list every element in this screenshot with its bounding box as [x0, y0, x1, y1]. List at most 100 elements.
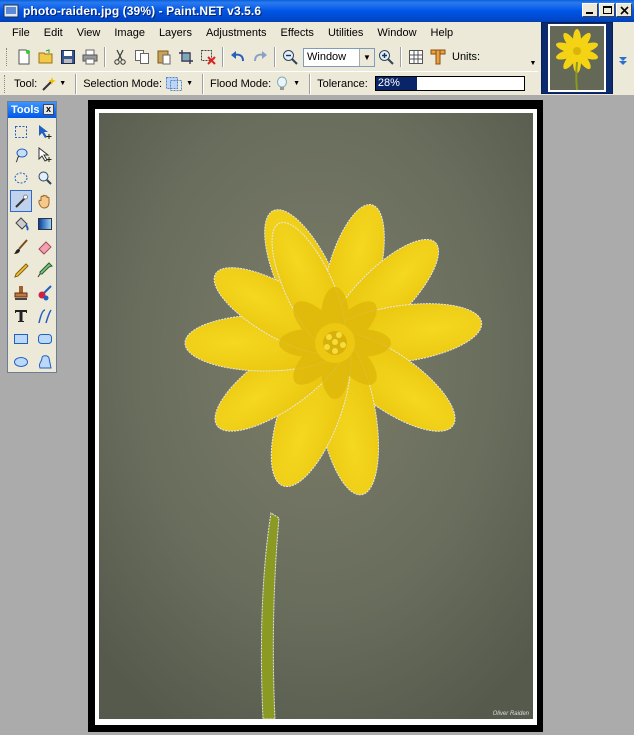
menu-utilities[interactable]: Utilities: [321, 22, 370, 44]
menu-help[interactable]: Help: [424, 22, 461, 44]
menu-layers[interactable]: Layers: [152, 22, 199, 44]
menu-edit[interactable]: Edit: [37, 22, 70, 44]
magic-wand-icon: [15, 194, 28, 208]
move-selection-icon: [38, 147, 52, 162]
move-selection-tool[interactable]: [34, 144, 56, 166]
image-thumbnail[interactable]: [541, 22, 613, 94]
zoom-tool[interactable]: [34, 167, 56, 189]
color-picker-icon: [37, 262, 53, 278]
copy-button[interactable]: [131, 46, 153, 68]
rulers-button[interactable]: [427, 46, 449, 68]
new-button[interactable]: [13, 46, 35, 68]
tools-window-title-bar[interactable]: Tools x: [8, 102, 56, 118]
deselect-button[interactable]: [197, 46, 219, 68]
freeform-shape-icon: [38, 355, 52, 369]
units-label: Units:: [452, 51, 481, 63]
flower-photo[interactable]: Oliver Raiden: [99, 113, 533, 719]
magic-wand-tool[interactable]: [10, 190, 32, 212]
paint-bucket-tool[interactable]: [10, 213, 32, 235]
tolerance-slider[interactable]: 28%: [374, 76, 525, 91]
print-icon: [82, 49, 98, 65]
save-button[interactable]: [57, 46, 79, 68]
menu-bar: File Edit View Image Layers Adjustments …: [0, 22, 536, 44]
ellipse-tool[interactable]: [10, 351, 32, 373]
close-button[interactable]: [616, 3, 632, 17]
rounded-rectangle-tool[interactable]: [34, 328, 56, 350]
tools-close-button[interactable]: x: [43, 104, 54, 115]
pencil-tool[interactable]: [10, 259, 32, 281]
toolbar-separator: [222, 47, 224, 67]
toolbar-grip[interactable]: [6, 48, 9, 66]
pencil-icon: [14, 263, 29, 278]
copy-icon: [135, 50, 149, 64]
minimize-icon: [586, 12, 593, 14]
tool-options-bar: Tool: ▼ Selection Mode: ▼ Flood Mode: ▼ …: [0, 71, 538, 95]
flower-thumbnail-image: [548, 24, 606, 92]
lasso-select-tool[interactable]: [10, 144, 32, 166]
undo-button[interactable]: [227, 46, 249, 68]
toolbar-grip[interactable]: [4, 74, 7, 93]
menu-adjustments[interactable]: Adjustments: [199, 22, 274, 44]
rectangle-select-icon: [15, 126, 27, 138]
new-document-icon: [18, 49, 30, 65]
paste-button[interactable]: [153, 46, 175, 68]
selection-mode-icon[interactable]: [165, 76, 183, 92]
freeform-shape-tool[interactable]: [34, 351, 56, 373]
menu-view[interactable]: View: [70, 22, 108, 44]
move-selected-pixels-tool[interactable]: [34, 121, 56, 143]
toolbar-separator: [202, 73, 205, 94]
rectangle-tool[interactable]: [10, 328, 32, 350]
save-icon: [61, 50, 75, 64]
zoom-dropdown[interactable]: Window ▼: [303, 47, 375, 67]
menu-effects[interactable]: Effects: [274, 22, 321, 44]
main-toolbar: Window ▼ Units:: [0, 44, 538, 70]
close-icon: [619, 5, 629, 15]
rectangle-select-tool[interactable]: [10, 121, 32, 143]
selection-mode-dropdown-arrow[interactable]: ▼: [186, 80, 193, 87]
menu-window[interactable]: Window: [370, 22, 423, 44]
units-dropdown-arrow[interactable]: ▼: [528, 56, 538, 70]
eraser-tool[interactable]: [34, 236, 56, 258]
tool-dropdown-arrow[interactable]: ▼: [59, 80, 66, 87]
undo-icon: [231, 51, 244, 62]
crop-button[interactable]: [175, 46, 197, 68]
selection-mode-label: Selection Mode:: [83, 77, 163, 90]
pan-tool[interactable]: [34, 190, 56, 212]
window-title: photo-raiden.jpg (39%) - Paint.NET v3.5.…: [23, 4, 262, 18]
move-selected-icon: [39, 125, 52, 139]
cut-button[interactable]: [109, 46, 131, 68]
recolor-tool[interactable]: [34, 282, 56, 304]
tools-window-title: Tools: [11, 104, 40, 116]
eraser-icon: [38, 241, 52, 255]
tools-window: Tools x: [7, 101, 57, 373]
open-button[interactable]: [35, 46, 57, 68]
paintbrush-icon: [14, 239, 28, 254]
menu-image[interactable]: Image: [107, 22, 152, 44]
redo-button[interactable]: [249, 46, 271, 68]
text-tool[interactable]: [10, 305, 32, 327]
maximize-button[interactable]: [599, 3, 615, 17]
line-curve-tool[interactable]: [34, 305, 56, 327]
line-curve-icon: [38, 309, 52, 324]
chevron-down-icon[interactable]: ▼: [359, 48, 374, 66]
ellipse-select-icon: [14, 172, 28, 184]
flood-mode-label: Flood Mode:: [210, 77, 272, 90]
tool-label: Tool:: [14, 77, 38, 90]
paintbrush-tool[interactable]: [10, 236, 32, 258]
flood-mode-icon[interactable]: [274, 76, 290, 92]
color-picker-tool[interactable]: [34, 259, 56, 281]
ellipse-select-tool[interactable]: [10, 167, 32, 189]
print-button[interactable]: [79, 46, 101, 68]
grid-button[interactable]: [405, 46, 427, 68]
zoom-icon: [38, 171, 52, 185]
thumbnail-dropdown-icon[interactable]: [616, 53, 630, 67]
flood-mode-dropdown-arrow[interactable]: ▼: [293, 80, 300, 87]
minimize-button[interactable]: [582, 3, 598, 17]
menu-file[interactable]: File: [0, 22, 37, 44]
clone-stamp-tool[interactable]: [10, 282, 32, 304]
grid-icon: [409, 50, 423, 64]
gradient-tool[interactable]: [34, 213, 56, 235]
magic-wand-icon[interactable]: [40, 76, 57, 92]
zoom-in-button[interactable]: [375, 46, 397, 68]
zoom-out-button[interactable]: [279, 46, 301, 68]
